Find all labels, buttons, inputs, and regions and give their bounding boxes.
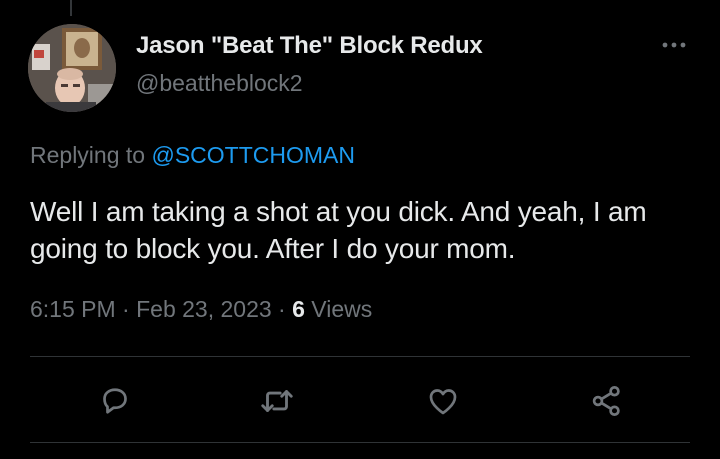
more-options-button[interactable] — [656, 33, 692, 57]
reply-icon — [103, 388, 127, 414]
avatar-image — [28, 24, 116, 112]
share-icon — [592, 386, 620, 416]
retweet-icon — [261, 390, 293, 412]
author-display-name[interactable]: Jason "Beat The" Block Redux — [136, 30, 483, 62]
tweet-date[interactable]: Feb 23, 2023 — [136, 296, 272, 322]
replying-to-line: Replying to @SCOTTCHOMAN — [30, 140, 355, 170]
avatar[interactable] — [28, 24, 116, 112]
tweet-text: Well I am taking a shot at you dick. And… — [30, 196, 647, 264]
divider-bottom — [30, 442, 690, 443]
replying-to-mention-link[interactable]: @SCOTTCHOMAN — [151, 142, 355, 168]
thread-connector-line — [70, 0, 72, 16]
retweet-button[interactable] — [254, 378, 300, 424]
heart-icon — [429, 389, 457, 415]
meta-separator: · — [115, 296, 137, 322]
like-button[interactable] — [420, 378, 466, 424]
tweet-author[interactable]: Jason "Beat The" Block Redux @beattheblo… — [136, 30, 483, 98]
views-count: 6 — [292, 296, 305, 322]
divider-top — [30, 356, 690, 357]
more-horizontal-icon — [662, 42, 686, 48]
views-label: Views — [304, 296, 373, 322]
tweet-meta: 6:15 PM · Feb 23, 2023 · 6 Views — [30, 294, 372, 324]
author-handle[interactable]: @beattheblock2 — [136, 68, 483, 98]
tweet-time[interactable]: 6:15 PM — [30, 296, 116, 322]
reply-button[interactable] — [92, 378, 138, 424]
share-button[interactable] — [584, 378, 630, 424]
meta-separator: · — [271, 296, 293, 322]
replying-to-label: Replying to — [30, 142, 152, 168]
